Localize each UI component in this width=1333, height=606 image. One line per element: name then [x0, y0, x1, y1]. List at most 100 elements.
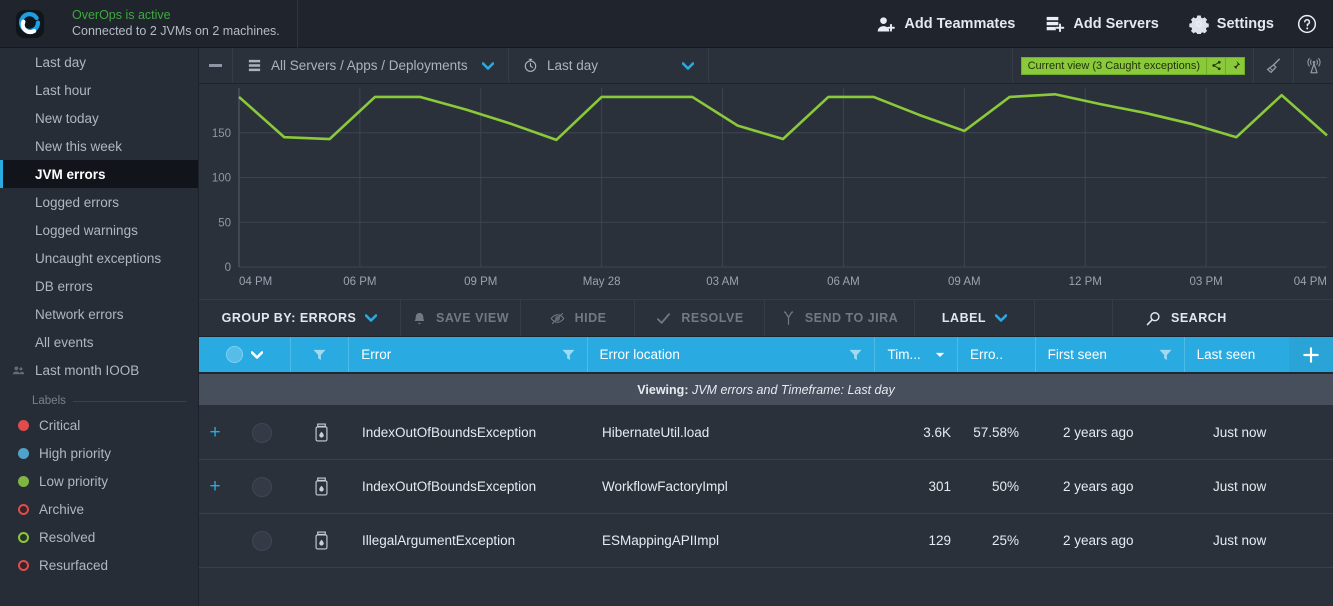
servers-filter-dropdown[interactable]: All Servers / Apps / Deployments [233, 48, 509, 83]
sidebar-item-logged-errors[interactable]: Logged errors [0, 188, 198, 216]
column-header-error-location[interactable]: Error location [588, 337, 876, 372]
main-content: All Servers / Apps / Deployments Last da… [199, 48, 1333, 606]
add-server-icon [1047, 16, 1065, 32]
select-all-circle-icon[interactable] [226, 346, 244, 363]
live-feed-button[interactable] [1293, 48, 1333, 83]
sidebar-item-jvm-errors[interactable]: JVM errors [0, 160, 198, 188]
overops-logo-icon [15, 9, 45, 38]
row-error-location[interactable]: ESMappingAPIImpl [590, 514, 880, 567]
row-error-rate: 57.58% [973, 425, 1019, 440]
label-item-critical[interactable]: Critical [0, 411, 198, 439]
errors-over-time-chart[interactable]: 0 50 100 150 04 PM 06 PM 09 PM May 28 03 AM 06 A… [199, 84, 1333, 299]
sidebar-item-network-errors[interactable]: Network errors [0, 300, 198, 328]
pin-view-button[interactable] [1225, 57, 1244, 74]
share-view-button[interactable] [1206, 57, 1225, 74]
sidebar-item-label: Last hour [35, 82, 92, 98]
add-servers-button[interactable]: Add Servers [1030, 0, 1173, 48]
row-error-location[interactable]: HibernateUtil.load [590, 406, 880, 459]
table-row[interactable]: + IndexOutOfBoundsException WorkflowFact… [199, 460, 1333, 514]
current-view-badge[interactable]: Current view (3 Caught exceptions) [1020, 56, 1245, 75]
sidebar-item-last-day[interactable]: Last day [0, 48, 198, 76]
chevron-down-icon[interactable] [251, 350, 264, 359]
column-header-error[interactable]: Error [349, 337, 588, 372]
chevron-down-icon [365, 314, 378, 322]
label-item-resurfaced[interactable]: Resurfaced [0, 551, 198, 579]
expand-row-button[interactable]: + [199, 460, 231, 513]
row-error-location[interactable]: WorkflowFactoryImpl [590, 460, 880, 513]
chart-svg: 0 50 100 150 04 PM 06 PM 09 PM May 28 03 AM 06 A… [212, 88, 1328, 288]
top-bar: OverOps is active Connected to 2 JVMs on… [0, 0, 1333, 48]
resolve-button[interactable]: RESOLVE [635, 300, 765, 336]
label-item-low-priority[interactable]: Low priority [0, 467, 198, 495]
select-all-header[interactable] [199, 337, 292, 372]
column-header-error-rate[interactable]: Erro.. [958, 337, 1036, 372]
funnel-icon[interactable] [313, 349, 326, 361]
settings-button[interactable]: Settings [1174, 0, 1289, 48]
row-error-name[interactable]: IndexOutOfBoundsException [350, 406, 590, 459]
label-item-resolved[interactable]: Resolved [0, 523, 198, 551]
svg-text:03 PM: 03 PM [1189, 276, 1222, 288]
sidebar-item-new-this-week[interactable]: New this week [0, 132, 198, 160]
plus-icon[interactable]: + [209, 477, 220, 496]
column-header-times[interactable]: Tim... [875, 337, 959, 372]
sidebar-item-db-errors[interactable]: DB errors [0, 272, 198, 300]
add-servers-label: Add Servers [1073, 15, 1159, 32]
select-circle-icon[interactable] [251, 530, 272, 551]
svg-text:04 PM: 04 PM [1294, 276, 1327, 288]
add-teammates-button[interactable]: Add Teammates [861, 0, 1030, 48]
add-column-button[interactable] [1289, 337, 1333, 372]
plus-icon[interactable]: + [209, 423, 220, 442]
help-icon [1297, 14, 1317, 33]
funnel-icon[interactable] [562, 349, 575, 361]
sidebar-item-new-today[interactable]: New today [0, 104, 198, 132]
timeframe-filter-dropdown[interactable]: Last day [509, 48, 709, 83]
save-view-button[interactable]: SAVE VIEW [401, 300, 521, 336]
table-row[interactable]: IllegalArgumentException ESMappingAPIImp… [199, 514, 1333, 568]
column-label: Erro.. [970, 347, 1004, 362]
sidebar-item-logged-warnings[interactable]: Logged warnings [0, 216, 198, 244]
column-header-last-seen[interactable]: Last seen [1185, 337, 1289, 372]
row-error-name[interactable]: IllegalArgumentException [350, 514, 590, 567]
svg-text:09 PM: 09 PM [464, 276, 497, 288]
filter-bar-spacer [709, 48, 1013, 83]
funnel-icon[interactable] [849, 349, 862, 361]
sidebar-item-all-events[interactable]: All events [0, 328, 198, 356]
row-error-name[interactable]: IndexOutOfBoundsException [350, 460, 590, 513]
help-button[interactable] [1289, 0, 1333, 48]
sidebar-item-label: DB errors [35, 278, 93, 294]
clear-button[interactable] [1253, 48, 1293, 83]
group-by-button[interactable]: GROUP BY: ERRORS [199, 300, 401, 336]
check-icon [657, 312, 671, 324]
app-logo[interactable] [0, 0, 60, 48]
select-circle-icon[interactable] [251, 476, 272, 497]
sidebar-item-label: JVM errors [35, 166, 106, 182]
collapse-chart-button[interactable] [199, 48, 233, 83]
group-by-label: GROUP BY: ERRORS [221, 311, 357, 325]
label-button[interactable]: LABEL [915, 300, 1035, 336]
sidebar-item-last-month-ioob[interactable]: Last month IOOB [0, 356, 198, 384]
row-select-button[interactable] [231, 460, 292, 513]
label-item-archive[interactable]: Archive [0, 495, 198, 523]
sidebar-item-uncaught-exceptions[interactable]: Uncaught exceptions [0, 244, 198, 272]
label-item-high-priority[interactable]: High priority [0, 439, 198, 467]
send-to-jira-button[interactable]: SEND TO JIRA [765, 300, 915, 336]
funnel-icon[interactable] [1159, 349, 1172, 361]
svg-text:0: 0 [225, 262, 231, 274]
row-filter-header[interactable] [291, 337, 350, 372]
viewing-banner: Viewing: JVM errors and Timeframe: Last … [199, 374, 1333, 406]
column-header-first-seen[interactable]: First seen [1036, 337, 1185, 372]
sort-desc-icon[interactable] [935, 351, 945, 358]
bell-icon [414, 312, 425, 324]
hide-button[interactable]: HIDE [521, 300, 635, 336]
label-text: Critical [39, 417, 81, 433]
row-select-button[interactable] [231, 514, 292, 567]
row-select-button[interactable] [231, 406, 292, 459]
expand-row-button[interactable]: + [199, 406, 231, 459]
table-row[interactable]: + IndexOutOfBoundsException HibernateUti… [199, 406, 1333, 460]
search-button[interactable]: SEARCH [1113, 300, 1333, 336]
sidebar-item-last-hour[interactable]: Last hour [0, 76, 198, 104]
svg-text:06 PM: 06 PM [343, 276, 376, 288]
eye-off-icon [550, 312, 564, 324]
select-circle-icon[interactable] [251, 422, 272, 443]
row-first-seen: 2 years ago [1063, 533, 1134, 548]
